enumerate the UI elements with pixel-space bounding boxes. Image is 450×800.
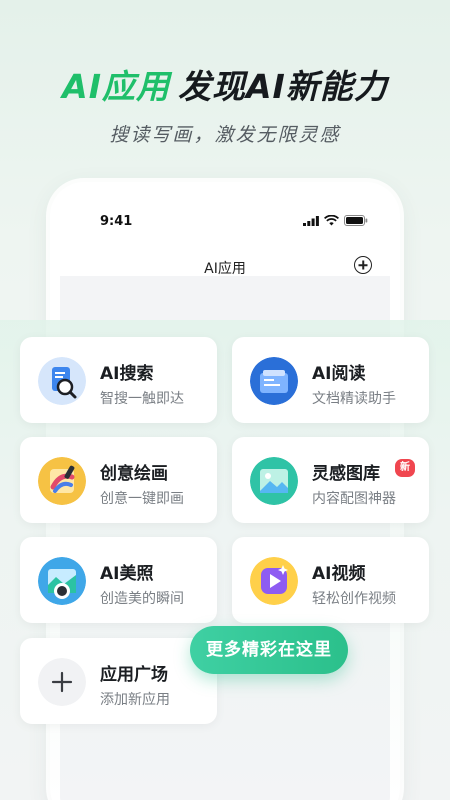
paint-palette-icon (38, 457, 86, 505)
camera-photo-icon (38, 557, 86, 605)
plus-icon (38, 658, 86, 706)
video-play-icon (250, 557, 298, 605)
app-card-ai-photo[interactable]: AI美照 创造美的瞬间 (20, 537, 217, 623)
hero-accent: AI应用 (62, 67, 170, 106)
card-title: AI搜索 (100, 364, 154, 384)
card-subtitle: 创意一键即画 (100, 491, 184, 507)
app-card-ai-video[interactable]: AI视频 轻松创作视频 (232, 537, 429, 623)
hero-title-text: 发现AI新能力 (178, 67, 388, 106)
image-gallery-icon (250, 457, 298, 505)
card-subtitle: 智搜一触即达 (100, 391, 184, 407)
more-features-button[interactable]: 更多精彩在这里 (190, 626, 348, 674)
new-badge: 新 (395, 459, 415, 477)
app-card-ai-reading[interactable]: AI阅读 文档精读助手 (232, 337, 429, 423)
battery-icon (344, 215, 368, 226)
add-app-button[interactable] (354, 256, 372, 274)
reading-icon (250, 357, 298, 405)
app-card-ai-search[interactable]: AI搜索 智搜一触即达 (20, 337, 217, 423)
card-title: AI阅读 (312, 364, 366, 384)
status-bar-icons (303, 215, 368, 226)
signal-icon (303, 216, 319, 226)
card-subtitle: 轻松创作视频 (312, 591, 396, 607)
app-card-creative-painting[interactable]: 创意绘画 创意一键即画 (20, 437, 217, 523)
app-card-app-plaza[interactable]: 应用广场 添加新应用 (20, 638, 217, 724)
card-subtitle: 文档精读助手 (312, 391, 396, 407)
card-title: 灵感图库 (312, 464, 380, 484)
card-title: 创意绘画 (100, 464, 168, 484)
hero-subtitle: 搜读写画，激发无限灵感 (109, 124, 341, 146)
hero-title: AI应用 发现AI新能力 (0, 60, 450, 108)
card-title: AI美照 (100, 564, 154, 584)
card-subtitle: 添加新应用 (100, 692, 170, 708)
wifi-icon (324, 215, 339, 226)
app-card-inspiration-gallery[interactable]: 灵感图库 新 内容配图神器 (232, 437, 429, 523)
search-document-icon (38, 357, 86, 405)
app-title: AI应用 (204, 261, 246, 277)
card-subtitle: 创造美的瞬间 (100, 591, 184, 607)
status-time: 9:41 (100, 214, 133, 229)
card-subtitle: 内容配图神器 (312, 491, 396, 507)
card-title: AI视频 (312, 564, 366, 584)
card-title: 应用广场 (100, 665, 168, 685)
